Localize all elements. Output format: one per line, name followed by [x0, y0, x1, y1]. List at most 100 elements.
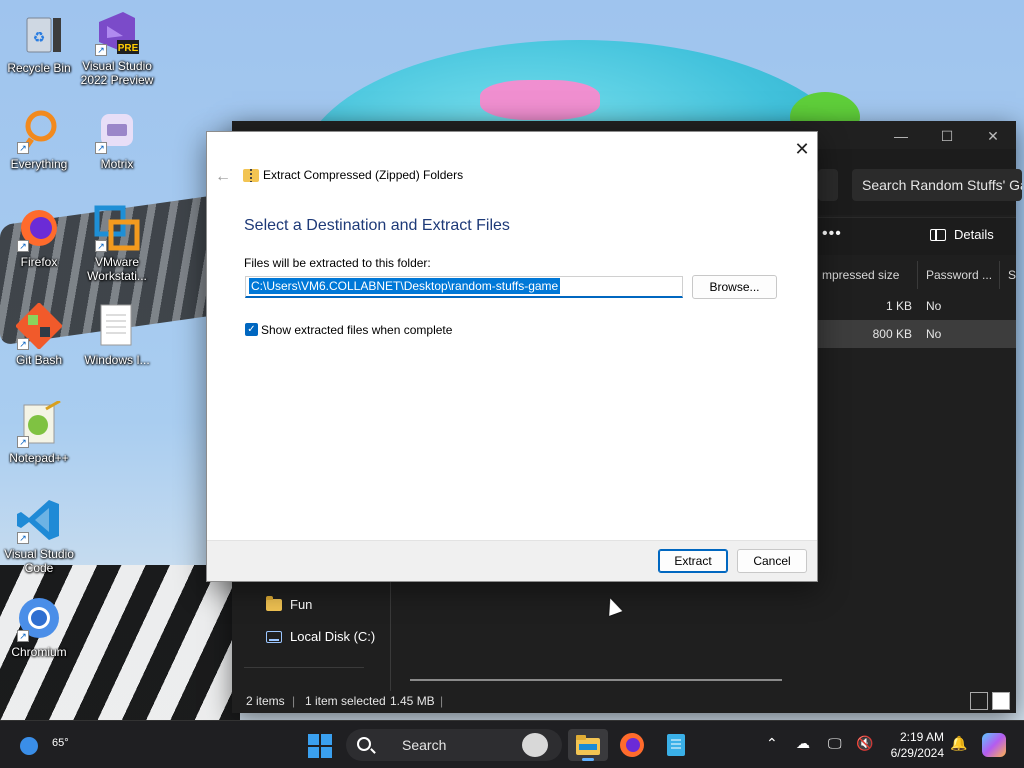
desktop-icon-chromium[interactable]: ↗ Chromium	[0, 594, 78, 659]
git-bash-icon: ↗	[15, 302, 63, 350]
status-size: 1.45 MB	[390, 694, 435, 708]
folder-icon	[266, 595, 282, 611]
shortcut-arrow-icon: ↗	[17, 142, 29, 154]
dialog-title: Extract Compressed (Zipped) Folders	[263, 168, 464, 182]
row-compressed-size: 800 KB	[872, 327, 912, 341]
horizontal-scrollbar[interactable]	[410, 679, 782, 681]
copilot-icon[interactable]	[982, 733, 1006, 757]
column-size[interactable]: Si	[1000, 261, 1016, 289]
firefox-icon: ↗	[15, 204, 63, 252]
status-separator: |	[440, 694, 444, 708]
nav-label: Local Disk (C:)	[290, 629, 376, 644]
weather-widget[interactable]: 65°	[20, 729, 69, 761]
shortcut-arrow-icon: ↗	[17, 240, 29, 252]
show-files-checkbox-label[interactable]: Show extracted files when complete	[261, 323, 452, 337]
details-pane-icon	[930, 228, 946, 241]
network-icon[interactable]: 🖵	[828, 735, 842, 752]
column-password[interactable]: Password ...	[918, 261, 1000, 289]
recycle-bin-icon: ♻	[15, 10, 63, 58]
status-separator: |	[292, 694, 296, 708]
shortcut-arrow-icon: ↗	[17, 436, 29, 448]
dialog-footer: Extract Cancel	[207, 540, 817, 581]
svg-text:♻: ♻	[33, 29, 46, 45]
destination-path-input[interactable]: C:\Users\VM6.COLLABNET\Desktop\random-st…	[245, 276, 683, 298]
start-tile	[308, 747, 319, 758]
shortcut-arrow-icon: ↗	[17, 338, 29, 350]
file-explorer-icon	[576, 735, 600, 755]
desktop-icon-git-bash[interactable]: ↗ Git Bash	[0, 302, 78, 367]
motrix-icon: ↗	[93, 106, 141, 154]
row-password: No	[926, 327, 942, 341]
onedrive-icon[interactable]: ☁	[796, 735, 810, 752]
vscode-icon: ↗	[15, 496, 63, 544]
desktop-icon-vmware[interactable]: ↗ VMware Workstati...	[78, 204, 156, 283]
desktop-icon-firefox[interactable]: ↗ Firefox	[0, 204, 78, 269]
clock-time: 2:19 AM	[899, 730, 944, 744]
desktop-icon-motrix[interactable]: ↗ Motrix	[78, 106, 156, 171]
nav-item-fun[interactable]: Fun	[266, 595, 313, 612]
details-pane-button[interactable]: Details	[930, 227, 994, 242]
clock[interactable]: 2:19 AM 6/29/2024	[884, 729, 944, 761]
document-icon	[93, 302, 141, 350]
shortcut-arrow-icon: ↗	[17, 630, 29, 642]
notepad-icon	[667, 734, 685, 756]
taskbar-file-explorer[interactable]	[568, 729, 608, 761]
file-row-selected[interactable]: 800 KB No	[818, 320, 1016, 348]
destination-path-value: C:\Users\VM6.COLLABNET\Desktop\random-st…	[249, 278, 561, 294]
nav-item-local-disk[interactable]: Local Disk (C:)	[266, 629, 375, 644]
tiles-view-button[interactable]	[992, 692, 1010, 710]
desktop-icon-recycle-bin[interactable]: ♻ Recycle Bin	[0, 10, 78, 75]
dialog-heading: Select a Destination and Extract Files	[244, 217, 510, 234]
maximize-button[interactable]: ☐	[924, 125, 970, 147]
minimize-button[interactable]: —	[878, 125, 924, 147]
desktop-icon-visual-studio[interactable]: PRE ↗ Visual Studio 2022 Preview	[78, 8, 156, 87]
browse-button[interactable]: Browse...	[692, 275, 777, 299]
weather-icon	[20, 737, 38, 755]
close-icon[interactable]: ✕	[789, 136, 815, 162]
back-arrow-icon[interactable]: ←	[215, 168, 231, 186]
more-options-button[interactable]: •••	[822, 225, 842, 243]
zip-folder-icon	[243, 169, 259, 182]
show-hidden-icons-button[interactable]: ⌃	[766, 735, 778, 752]
taskbar-firefox[interactable]	[612, 729, 652, 761]
taskbar: 65° Search ⌃ ☁ 🖵 🔇 2:19 AM 6/29/2024 🔔	[0, 720, 1024, 768]
start-tile	[321, 734, 332, 745]
desktop-icon-everything[interactable]: ↗ Everything	[0, 106, 78, 171]
start-button[interactable]	[308, 734, 332, 758]
shortcut-arrow-icon: ↗	[95, 44, 107, 56]
shortcut-arrow-icon: ↗	[95, 142, 107, 154]
taskbar-notepad[interactable]	[656, 729, 696, 761]
notification-bell-icon[interactable]: 🔔	[950, 735, 967, 752]
vmware-icon: ↗	[93, 204, 141, 252]
explorer-status-bar: 2 items | 1 item selected 1.45 MB |	[232, 689, 1016, 713]
desktop-icon-notepadpp[interactable]: ↗ Notepad++	[0, 400, 78, 465]
nav-separator	[244, 667, 364, 668]
file-row[interactable]: 1 KB No	[818, 292, 1016, 320]
volume-muted-icon[interactable]: 🔇	[856, 735, 873, 752]
close-window-button[interactable]: ✕	[970, 125, 1016, 147]
desktop-icon-windows-doc[interactable]: Windows I...	[78, 302, 156, 367]
chromium-icon: ↗	[15, 594, 63, 642]
extract-zip-dialog[interactable]: ✕ ← Extract Compressed (Zipped) Folders …	[206, 131, 818, 582]
column-compressed-size[interactable]: mpressed size	[814, 261, 918, 289]
show-files-checkbox[interactable]: ✓	[245, 323, 258, 336]
cancel-button[interactable]: Cancel	[737, 549, 807, 573]
nav-label: Fun	[290, 597, 313, 612]
destination-label: Files will be extracted to this folder:	[244, 256, 431, 270]
details-view-button[interactable]	[970, 692, 988, 710]
desktop-icon-vscode[interactable]: ↗ Visual Studio Code	[0, 496, 78, 575]
status-item-count: 2 items	[246, 694, 285, 708]
nav-pane-divider[interactable]	[390, 581, 391, 691]
clock-date: 6/29/2024	[890, 746, 944, 760]
extract-button[interactable]: Extract	[658, 549, 728, 573]
shortcut-arrow-icon: ↗	[95, 240, 107, 252]
search-highlight-icon	[522, 733, 548, 757]
row-compressed-size: 1 KB	[885, 299, 912, 313]
explorer-search-input[interactable]: Search Random Stuffs' Ga	[852, 169, 1022, 201]
notepadpp-icon: ↗	[15, 400, 63, 448]
start-tile	[308, 734, 319, 745]
search-icon	[357, 737, 371, 751]
drive-icon	[266, 630, 282, 643]
row-password: No	[926, 299, 942, 313]
address-bar-edge[interactable]	[818, 169, 838, 201]
